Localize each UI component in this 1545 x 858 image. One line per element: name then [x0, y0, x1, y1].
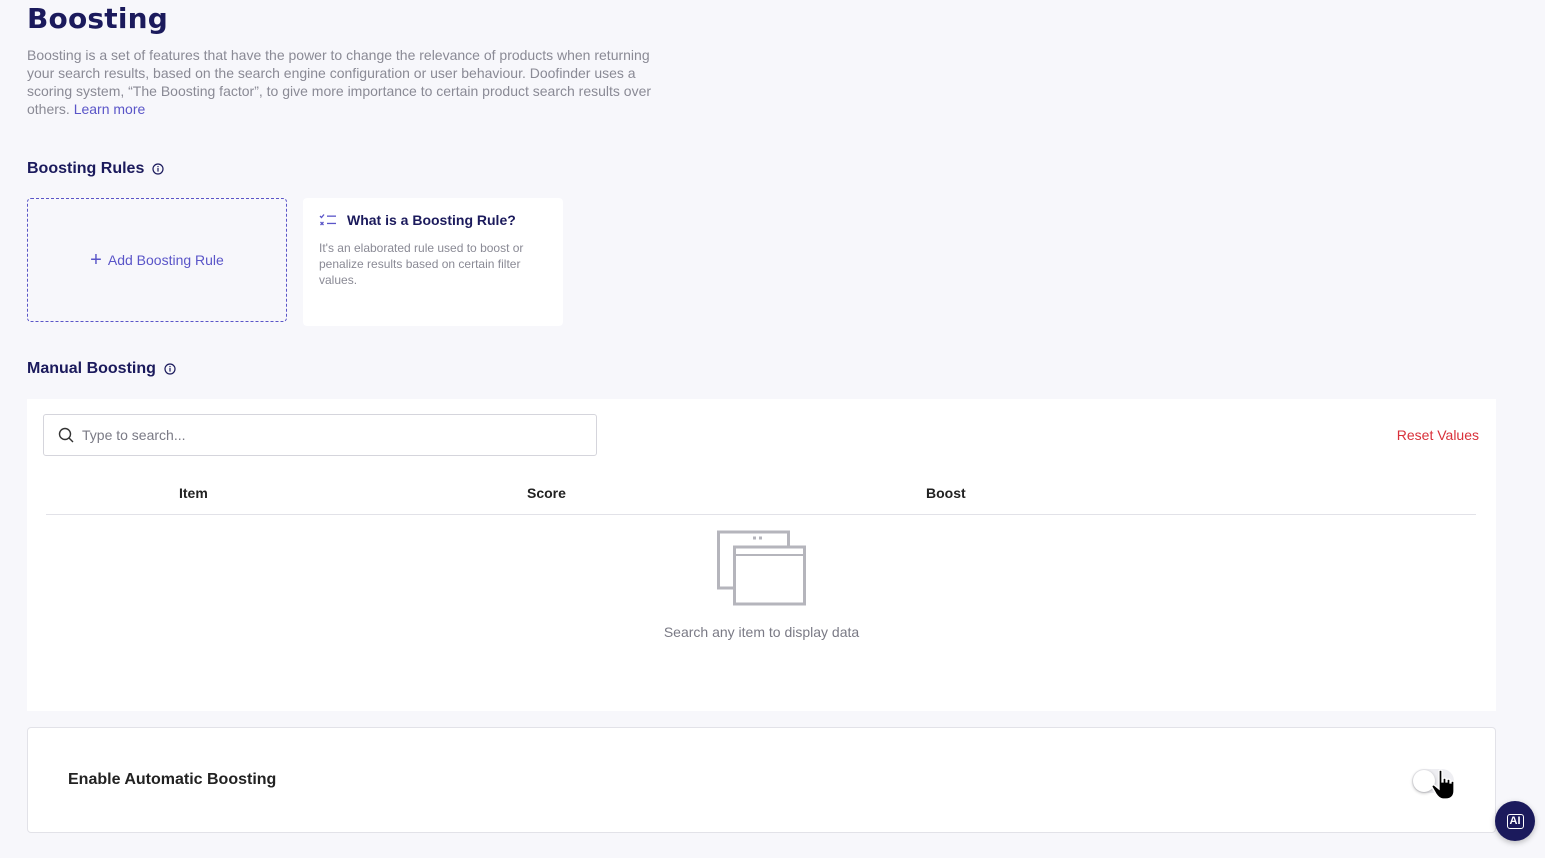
boosting-rule-info-card: What is a Boosting Rule? It's an elabora… — [303, 198, 563, 326]
add-boosting-rule-label: Add Boosting Rule — [107, 252, 224, 268]
page-title: Boosting — [27, 2, 169, 35]
ai-icon: AI — [1506, 813, 1524, 829]
automatic-boosting-label: Enable Automatic Boosting — [68, 771, 277, 788]
info-card-description: It's an elaborated rule used to boost or… — [319, 241, 524, 287]
hand-cursor-icon — [1431, 769, 1455, 800]
table-header: Item Score Boost — [46, 471, 1476, 515]
add-boosting-rule-button[interactable]: + Add Boosting Rule — [27, 198, 287, 322]
reset-values-button[interactable]: Reset Values — [1397, 427, 1479, 443]
info-icon[interactable] — [164, 363, 176, 375]
manual-boosting-panel: Reset Values Item Score Boost Search any… — [27, 399, 1496, 711]
search-input[interactable] — [82, 427, 562, 443]
info-card-title: What is a Boosting Rule? — [347, 212, 516, 228]
column-header-score[interactable]: Score — [527, 485, 566, 501]
boosting-page: Boosting Boosting is a set of features t… — [0, 0, 1545, 858]
learn-more-link[interactable]: Learn more — [74, 101, 146, 117]
column-header-boost[interactable]: Boost — [926, 485, 966, 501]
ai-assistant-button[interactable]: AI — [1495, 801, 1535, 841]
info-icon[interactable] — [152, 163, 164, 175]
boosting-rules-heading: Boosting Rules — [27, 160, 164, 178]
column-header-item[interactable]: Item — [179, 485, 208, 501]
automatic-boosting-card: Enable Automatic Boosting — [27, 727, 1496, 833]
boosting-rules-title: Boosting Rules — [27, 160, 145, 177]
manual-boosting-title: Manual Boosting — [27, 360, 156, 377]
empty-windows-icon — [717, 530, 806, 606]
plus-icon: + — [90, 249, 102, 271]
checklist-icon — [319, 214, 336, 226]
manual-boosting-heading: Manual Boosting — [27, 360, 176, 378]
search-icon — [58, 427, 74, 443]
empty-state-text: Search any item to display data — [663, 624, 860, 640]
info-card-header: What is a Boosting Rule? — [319, 212, 547, 228]
intro-paragraph: Boosting is a set of features that have … — [27, 46, 667, 118]
search-box[interactable] — [43, 414, 597, 456]
